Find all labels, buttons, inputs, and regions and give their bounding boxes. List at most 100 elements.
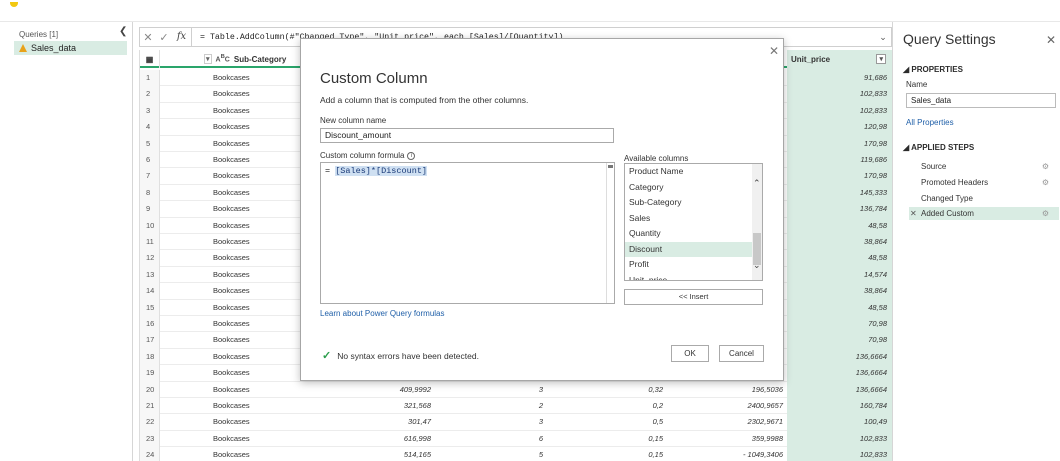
close-icon[interactable]: ✕ — [769, 44, 779, 58]
step-promoted-headers[interactable]: Promoted Headers ⚙ — [909, 176, 1059, 189]
table-cell[interactable]: 145,333 — [787, 184, 892, 202]
step-added-custom[interactable]: ✕ Added Custom ⚙ — [909, 207, 1059, 220]
table-cell[interactable]: 136,6664 — [787, 365, 892, 382]
table-cell[interactable]: 70,98 — [787, 316, 892, 333]
close-icon[interactable]: ✕ — [1046, 33, 1056, 47]
table-cell[interactable]: 170,98 — [787, 168, 892, 185]
available-column-item[interactable]: Profit — [625, 257, 754, 273]
table-cell[interactable]: 3 — [435, 414, 547, 430]
gear-icon[interactable]: ⚙ — [1042, 160, 1049, 173]
custom-formula-editor[interactable]: = [Sales]*[Discount] — [320, 162, 615, 304]
table-cell[interactable]: 6 — [435, 431, 547, 447]
query-settings-title: Query Settings — [903, 31, 996, 47]
table-cell[interactable]: 136,784 — [787, 201, 892, 218]
table-cell[interactable]: 0,15 — [547, 447, 667, 461]
available-column-item[interactable]: Discount — [625, 241, 754, 257]
formula-scrollbar[interactable] — [606, 163, 614, 303]
table-cell[interactable]: 5 — [435, 447, 547, 461]
gear-icon[interactable]: ⚙ — [1042, 207, 1049, 220]
step-changed-type[interactable]: Changed Type — [909, 192, 1059, 205]
table-cell[interactable]: 3 — [435, 382, 547, 398]
table-cell[interactable]: 170,98 — [787, 135, 892, 152]
text-type-icon[interactable]: ABC — [216, 54, 230, 63]
available-column-item[interactable]: Product Name — [625, 164, 754, 180]
table-cell[interactable]: 70,98 — [787, 332, 892, 349]
column-header-unit-price[interactable]: Unit_price ▾ — [787, 50, 892, 68]
column-filter-icon[interactable]: ▾ — [876, 54, 886, 64]
cancel-formula-icon[interactable]: ✕ — [140, 31, 156, 44]
row-number: 19 — [140, 365, 160, 382]
table-cell[interactable]: 616,998 — [323, 431, 435, 447]
table-cell[interactable]: 120,98 — [787, 119, 892, 136]
delete-step-icon[interactable]: ✕ — [910, 207, 917, 220]
available-column-item[interactable]: Category — [625, 180, 754, 196]
cancel-button[interactable]: Cancel — [719, 345, 764, 362]
query-name-input[interactable]: Sales_data — [906, 93, 1056, 108]
table-cell[interactable]: 0,5 — [547, 414, 667, 430]
table-cell[interactable]: Bookcases — [213, 431, 323, 447]
table-cell[interactable]: 102,833 — [787, 430, 892, 448]
available-column-item[interactable]: Quantity — [625, 226, 754, 242]
table-cell[interactable]: 514,165 — [323, 447, 435, 461]
learn-formulas-link[interactable]: Learn about Power Query formulas — [320, 309, 445, 318]
table-cell[interactable]: 136,6664 — [787, 381, 892, 398]
table-cell[interactable]: 102,833 — [787, 102, 892, 120]
query-item-sales-data[interactable]: Sales_data — [14, 41, 127, 55]
applied-steps-section[interactable]: ◢ APPLIED STEPS — [903, 143, 974, 152]
table-cell[interactable]: 409,9992 — [323, 382, 435, 398]
table-cell[interactable]: 0,32 — [547, 382, 667, 398]
table-cell[interactable]: 0,15 — [547, 431, 667, 447]
table-cell[interactable]: 48,58 — [787, 299, 892, 316]
available-column-item[interactable]: Unit_price — [625, 273, 754, 281]
table-cell[interactable]: 0,2 — [547, 398, 667, 414]
table-cell[interactable]: 301,47 — [323, 414, 435, 430]
table-cell[interactable]: 321,568 — [323, 398, 435, 414]
table-cell[interactable]: 359,9988 — [667, 431, 787, 447]
table-cell[interactable]: 48,58 — [787, 217, 892, 234]
confirm-formula-icon[interactable]: ✓ — [156, 31, 172, 44]
table-menu-icon[interactable]: ▦ — [140, 50, 160, 68]
insert-button[interactable]: << Insert — [624, 289, 763, 305]
table-cell[interactable]: 2400,9657 — [667, 398, 787, 414]
all-properties-link[interactable]: All Properties — [906, 118, 954, 127]
table-cell[interactable]: 160,784 — [787, 398, 892, 415]
collapse-pane-icon[interactable]: ❮ — [119, 26, 127, 37]
chevron-up-icon[interactable]: ⌃ — [753, 178, 761, 189]
table-cell[interactable]: 38,864 — [787, 234, 892, 251]
ok-button[interactable]: OK — [671, 345, 709, 362]
table-cell[interactable]: 102,833 — [787, 86, 892, 103]
table-cell[interactable]: Bookcases — [213, 382, 323, 398]
gear-icon[interactable]: ⚙ — [1042, 176, 1049, 189]
table-cell[interactable]: 91,686 — [787, 70, 892, 87]
table-cell[interactable]: 38,864 — [787, 283, 892, 300]
table-cell[interactable]: Bookcases — [213, 414, 323, 430]
row-number: 20 — [140, 381, 160, 398]
table-cell[interactable]: Bookcases — [213, 447, 323, 461]
column-filter-icon[interactable]: ▾ — [204, 54, 212, 64]
table-cell[interactable]: Bookcases — [213, 398, 323, 414]
properties-section[interactable]: ◢ PROPERTIES — [903, 65, 963, 74]
table-cell[interactable]: 2 — [435, 398, 547, 414]
syntax-status: ✓ No syntax errors have been detected. — [322, 349, 479, 362]
step-label: Promoted Headers — [921, 178, 989, 187]
chevron-down-icon[interactable]: ⌄ — [753, 260, 761, 271]
chevron-down-icon[interactable]: ⌄ — [875, 32, 891, 43]
table-cell[interactable]: 14,574 — [787, 266, 892, 284]
table-cell[interactable]: 2302,9671 — [667, 414, 787, 430]
available-column-item[interactable]: Sub-Category — [625, 195, 754, 211]
row-number: 7 — [140, 168, 160, 185]
info-icon[interactable]: i — [407, 151, 416, 160]
table-cell[interactable]: 102,833 — [787, 447, 892, 461]
scrollbar-thumb[interactable] — [608, 165, 613, 168]
table-cell[interactable]: - 1049,3406 — [667, 447, 787, 461]
table-cell[interactable]: 196,5036 — [667, 382, 787, 398]
table-cell[interactable]: 100,49 — [787, 414, 892, 431]
available-columns-scrollbar[interactable]: ⌃ ⌄ — [752, 164, 762, 280]
step-label: Changed Type — [921, 194, 973, 203]
step-source[interactable]: Source ⚙ — [909, 160, 1059, 173]
available-column-item[interactable]: Sales — [625, 211, 754, 227]
table-cell[interactable]: 48,58 — [787, 250, 892, 267]
new-column-name-input[interactable]: Discount_amount — [320, 128, 614, 143]
table-cell[interactable]: 119,686 — [787, 152, 892, 169]
table-cell[interactable]: 136,6664 — [787, 348, 892, 366]
